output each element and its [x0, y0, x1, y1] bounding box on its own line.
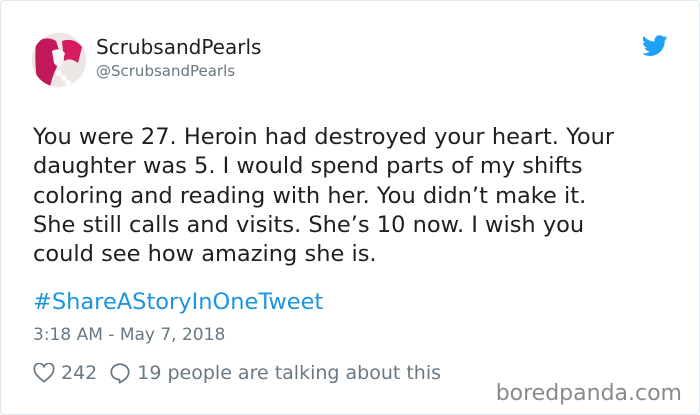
talking-about-link[interactable]: 19 people are talking about this	[137, 362, 441, 384]
avatar-image	[32, 33, 86, 87]
like-count[interactable]: 242	[61, 362, 97, 384]
avatar[interactable]	[32, 33, 86, 87]
twitter-bird-icon[interactable]	[642, 35, 668, 57]
author-display-name[interactable]: ScrubsandPearls	[96, 35, 261, 59]
tweet-timestamp[interactable]: 3:18 AM - May 7, 2018	[33, 324, 225, 346]
author-handle[interactable]: @ScrubsandPearls	[96, 62, 235, 80]
tweet-actions: 242 19 people are talking about this	[33, 361, 441, 385]
boredpanda-watermark: boredpanda.com	[495, 381, 682, 406]
tweet-card: ScrubsandPearls @ScrubsandPearls You wer…	[0, 0, 700, 415]
hashtag-link[interactable]: #ShareAStoryInOneTweet	[33, 288, 323, 317]
reply-bubble-icon[interactable]	[109, 362, 131, 384]
heart-icon[interactable]	[33, 363, 55, 383]
tweet-text: You were 27. Heroin had destroyed your h…	[33, 124, 615, 268]
